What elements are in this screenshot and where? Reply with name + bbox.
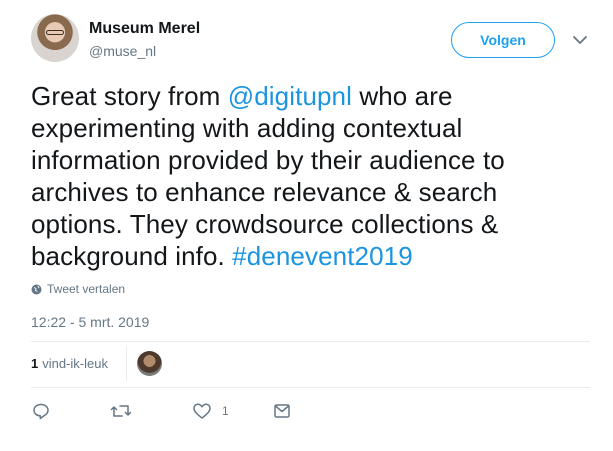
reply-button[interactable] — [31, 400, 51, 422]
likes-stat[interactable]: 1 vind-ik-leuk — [31, 356, 108, 371]
author-name[interactable]: Museum Merel — [89, 20, 200, 38]
mention-link[interactable]: @digitupnl — [228, 81, 352, 111]
retweet-icon — [110, 405, 132, 417]
heart-icon — [193, 403, 211, 419]
globe-icon — [31, 284, 42, 294]
author-avatar[interactable] — [31, 14, 79, 62]
follow-button[interactable]: Volgen — [451, 22, 555, 58]
stats-divider — [126, 345, 127, 381]
retweet-button[interactable] — [110, 400, 132, 422]
divider — [31, 341, 590, 342]
divider — [31, 387, 590, 388]
translate-tweet-link[interactable]: Tweet vertalen — [31, 282, 125, 296]
tweet-text: Great story from @digitupnl who are expe… — [31, 80, 591, 272]
liker-avatar[interactable] — [137, 351, 162, 376]
chevron-down-icon[interactable] — [571, 33, 589, 47]
likes-count: 1 — [31, 356, 39, 371]
reply-icon — [33, 403, 49, 420]
tweet-text-part: Great story from — [31, 81, 228, 111]
like-count: 1 — [222, 404, 229, 418]
direct-message-button[interactable] — [272, 400, 292, 422]
like-button[interactable]: 1 — [192, 400, 229, 422]
author-handle[interactable]: @muse_nl — [89, 43, 156, 59]
translate-label: Tweet vertalen — [47, 282, 126, 296]
hashtag-link[interactable]: #denevent2019 — [232, 241, 413, 271]
likes-label: vind-ik-leuk — [42, 356, 108, 371]
tweet-timestamp[interactable]: 12:22 - 5 mrt. 2019 — [31, 314, 149, 330]
envelope-icon — [274, 404, 290, 418]
avatar-glasses — [46, 30, 64, 35]
